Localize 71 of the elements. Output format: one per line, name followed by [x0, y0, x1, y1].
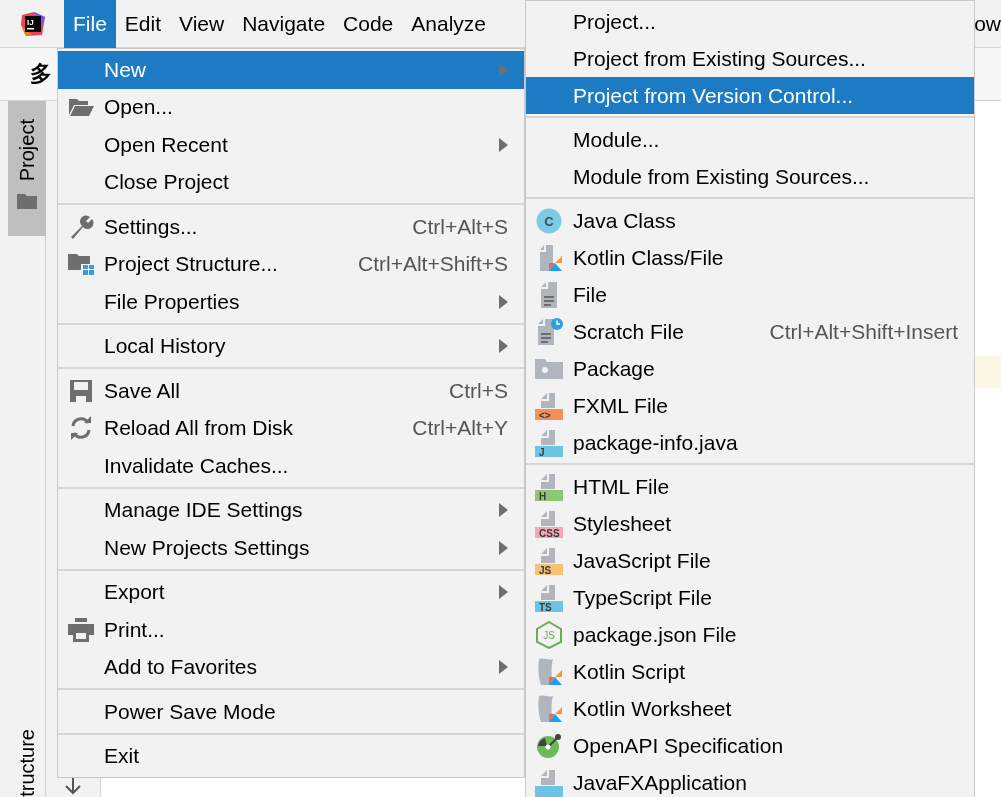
menu-item[interactable]: Open Recent	[58, 126, 524, 164]
kotlin-script-icon	[536, 657, 562, 686]
reload-icon	[69, 416, 93, 441]
menu-item[interactable]: New	[58, 51, 524, 89]
menu-item[interactable]: <> FXML File	[526, 387, 974, 424]
menu-item[interactable]: Project from Existing Sources...	[526, 40, 974, 77]
menu-item[interactable]: Save All Ctrl+S	[58, 372, 524, 410]
app-logo-icon[interactable]: IJ	[20, 10, 46, 37]
menu-item[interactable]: Project from Version Control...	[526, 77, 974, 114]
menu-item[interactable]: Package	[526, 350, 974, 387]
menu-bar-item[interactable]: Code	[334, 0, 403, 48]
menu-bar-item[interactable]: ow	[973, 0, 1001, 48]
menu-item[interactable]: JavaFXApplication	[526, 764, 974, 797]
scratch-file-icon	[535, 317, 563, 346]
menu-item[interactable]: Project Structure... Ctrl+Alt+Shift+S	[58, 245, 524, 283]
hexagon-icon: JS	[536, 620, 562, 649]
menu-item[interactable]: JS package.json File	[526, 616, 974, 653]
menu-item[interactable]: Power Save Mode	[58, 693, 524, 731]
menu-item[interactable]: Open...	[58, 88, 524, 126]
menu-item[interactable]: Exit	[58, 737, 524, 775]
menu-item[interactable]: Manage IDE Settings	[58, 491, 524, 529]
menu-item[interactable]: Export	[58, 573, 524, 611]
menu-item[interactable]: Settings... Ctrl+Alt+S	[58, 208, 524, 246]
project-title: 多	[30, 60, 52, 88]
shortcut-label: Ctrl+Alt+S	[412, 214, 508, 239]
menu-item[interactable]: Local History	[58, 327, 524, 365]
menu-item[interactable]: CSS Stylesheet	[526, 505, 974, 542]
menu-bar-item[interactable]: Navigate	[233, 0, 335, 48]
menu-bar-item[interactable]: File	[64, 0, 116, 48]
shortcut-label: Ctrl+Alt+Shift+Insert	[769, 319, 958, 344]
menu-item[interactable]: Module from Existing Sources...	[526, 158, 974, 195]
menu-bar-item[interactable]: View	[170, 0, 234, 48]
menu-item[interactable]: Scratch File Ctrl+Alt+Shift+Insert	[526, 313, 974, 350]
menu-item[interactable]: TS TypeScript File	[526, 579, 974, 616]
menu-item[interactable]: JS JavaScript File	[526, 542, 974, 579]
menu-item[interactable]: C Java Class	[526, 202, 974, 239]
printer-icon	[68, 617, 94, 642]
class-icon: C	[536, 207, 562, 234]
shortcut-label: Ctrl+Alt+Shift+S	[358, 252, 508, 277]
menu-item[interactable]: File Properties	[58, 283, 524, 321]
menu-item[interactable]: Module...	[526, 121, 974, 158]
menu-item[interactable]: Kotlin Worksheet	[526, 690, 974, 727]
menu-bar-item[interactable]: Edit	[115, 0, 171, 48]
package-icon	[535, 358, 563, 379]
tool-window-tab[interactable]: tructure	[8, 717, 46, 797]
tool-window-tab[interactable]: Project	[8, 101, 46, 236]
menu-item[interactable]: Kotlin Script	[526, 653, 974, 690]
folder-icon	[17, 193, 37, 210]
file-type-icon	[535, 768, 563, 797]
menu-item[interactable]: Invalidate Caches...	[58, 447, 524, 485]
folder-grid-icon	[68, 253, 94, 276]
menu-item[interactable]: File	[526, 276, 974, 313]
menu-item[interactable]: J package-info.java	[526, 424, 974, 461]
menu-item[interactable]: New Projects Settings	[58, 529, 524, 567]
openapi-icon	[536, 732, 562, 759]
kotlin-script-icon	[536, 694, 562, 723]
menu-item[interactable]: Print...	[58, 611, 524, 649]
menu-item[interactable]: OpenAPI Specification	[526, 727, 974, 764]
menu-item[interactable]: Project...	[526, 3, 974, 40]
menu-item[interactable]: Add to Favorites	[58, 648, 524, 686]
menu-item[interactable]: Close Project	[58, 163, 524, 201]
menu-item[interactable]: H HTML File	[526, 468, 974, 505]
menu-bar-item[interactable]: Analyze	[402, 0, 495, 48]
menu-item[interactable]: Reload All from Disk Ctrl+Alt+Y	[58, 409, 524, 447]
text-file-icon	[538, 280, 560, 309]
down-arrow-icon[interactable]	[64, 775, 82, 795]
menu-item[interactable]: Kotlin Class/File	[526, 239, 974, 276]
shortcut-label: Ctrl+S	[449, 378, 508, 403]
save-icon	[69, 378, 93, 403]
shortcut-label: Ctrl+Alt+Y	[412, 416, 508, 441]
folder-icon	[68, 97, 94, 118]
